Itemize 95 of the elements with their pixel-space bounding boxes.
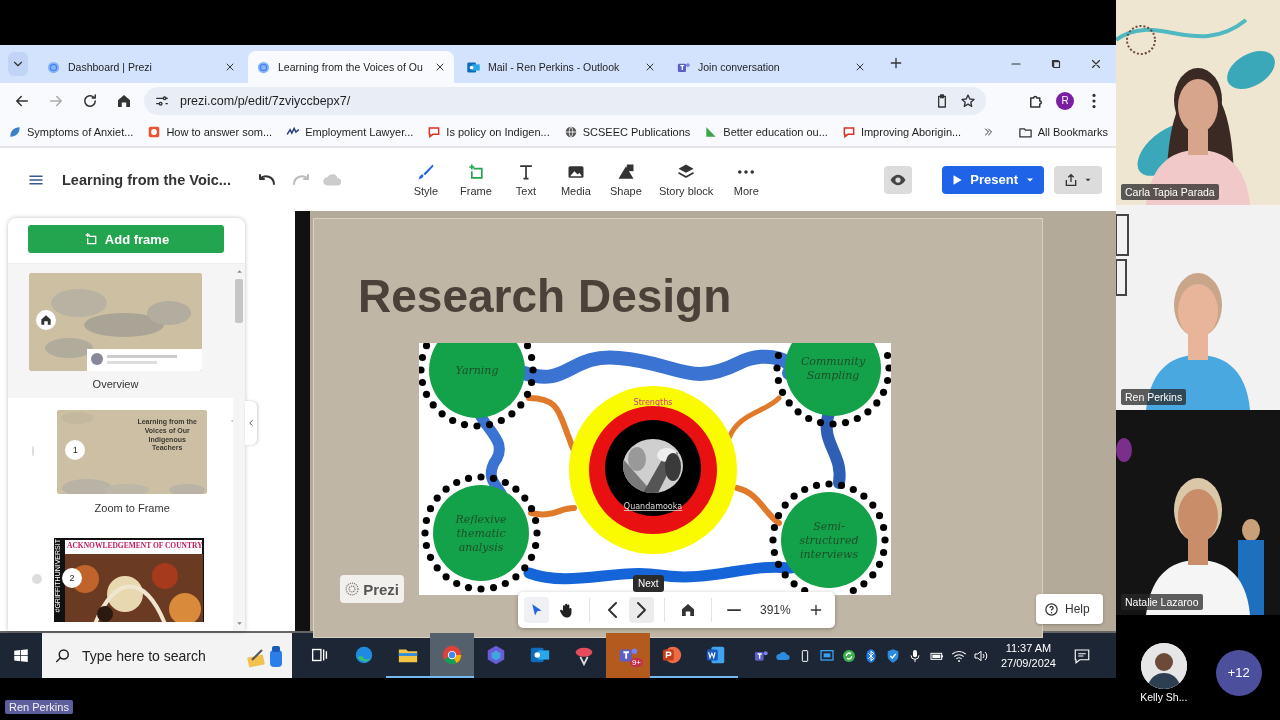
participant-name: Ren Perkins bbox=[1121, 389, 1187, 405]
display-icon bbox=[818, 647, 835, 664]
bookmark-link[interactable]: Employment Lawyer... bbox=[286, 125, 414, 139]
close-icon bbox=[434, 61, 446, 73]
close-icon bbox=[1089, 57, 1103, 71]
participant-name: Kelly Sh... bbox=[1140, 690, 1188, 703]
sync-icon bbox=[840, 647, 857, 664]
frame-number: 2 bbox=[62, 568, 82, 588]
speech-bubble-icon bbox=[427, 125, 442, 139]
clock-date: 27/09/2024 bbox=[1000, 655, 1056, 671]
reload-icon bbox=[81, 91, 99, 110]
kebab-menu-icon bbox=[1092, 92, 1096, 109]
profile-button[interactable]: R bbox=[1056, 91, 1074, 110]
search-field[interactable]: Type here to search bbox=[80, 646, 238, 665]
node-label: Community Sampling bbox=[800, 355, 866, 382]
diagram-label: Strengths bbox=[633, 398, 673, 407]
zoom-level: 391% bbox=[758, 603, 792, 617]
select-tool-button[interactable] bbox=[524, 597, 550, 623]
restore-icon bbox=[1049, 57, 1063, 71]
notification-icon bbox=[1073, 646, 1091, 665]
frame-label: Zoom to Frame bbox=[93, 502, 171, 514]
frame-label: Overview bbox=[91, 378, 140, 390]
share-icon bbox=[1063, 171, 1079, 188]
chevron-right-icon bbox=[637, 602, 647, 618]
leaf-icon bbox=[8, 125, 22, 139]
close-icon bbox=[854, 61, 866, 73]
bookmark-link[interactable]: Symptoms of Anxiet... bbox=[8, 125, 134, 139]
more-participants-button[interactable]: +12 bbox=[1215, 649, 1262, 696]
star-icon bbox=[960, 92, 976, 109]
scroll-down-icon bbox=[235, 620, 243, 627]
close-icon bbox=[644, 61, 656, 73]
toolbar-button[interactable]: Story block bbox=[652, 158, 720, 201]
search-icon bbox=[54, 646, 72, 665]
triangle-logo-icon bbox=[704, 125, 719, 139]
toolbar-button[interactable]: Style bbox=[402, 158, 449, 201]
bookmark-link[interactable]: Improving Aborigin... bbox=[841, 125, 962, 139]
scroll-up-icon bbox=[235, 268, 243, 275]
bookmark-link[interactable]: Better education ou... bbox=[704, 125, 828, 139]
chevron-left-icon bbox=[607, 602, 617, 618]
participant-name: Carla Tapia Parada bbox=[1121, 184, 1219, 200]
brush-icon bbox=[415, 162, 436, 182]
toolbar-button[interactable]: Media bbox=[552, 158, 599, 201]
globe-icon bbox=[46, 59, 61, 75]
help-button[interactable]: Help bbox=[1036, 594, 1103, 624]
speaker-name: Ren Perkins bbox=[5, 700, 73, 714]
square-logo-icon bbox=[147, 125, 162, 139]
prezi-badge[interactable]: Prezi bbox=[340, 575, 404, 603]
help-icon bbox=[1044, 601, 1059, 617]
notification-badge: 9+ bbox=[629, 658, 643, 667]
preview-button[interactable] bbox=[884, 165, 913, 194]
address-bar[interactable]: prezi.com/p/edit/7zviyccbepx7/ bbox=[144, 86, 986, 115]
undo-icon bbox=[258, 174, 275, 185]
close-icon bbox=[224, 61, 236, 73]
bookmark-link[interactable]: How to answer som... bbox=[147, 125, 273, 139]
bookmark-link[interactable]: SCSEEC Publications bbox=[563, 125, 691, 139]
chat-app-button[interactable]: 9+ bbox=[606, 633, 650, 678]
tooltip: Next bbox=[633, 575, 664, 592]
browser-tab[interactable]: Mail - Ren Perkins - Outlook bbox=[458, 51, 664, 83]
collapse-panel-handle[interactable] bbox=[245, 401, 257, 445]
clock-time: 11:37 AM bbox=[1005, 640, 1052, 656]
toolbar-button[interactable]: Shape bbox=[602, 158, 649, 201]
tab-search-button[interactable] bbox=[8, 52, 28, 76]
app-icon bbox=[485, 643, 507, 666]
node-label: Semi- structured interviews bbox=[799, 520, 859, 561]
windows-logo-icon bbox=[12, 646, 30, 665]
search-highlight-icon bbox=[246, 643, 284, 668]
node-label: Reflexive thematic analysis bbox=[455, 513, 507, 554]
browser-icon bbox=[441, 643, 463, 666]
participant-name: Natalie Lazaroo bbox=[1121, 594, 1203, 610]
scrollbar-thumb[interactable] bbox=[235, 279, 243, 323]
more-dots-icon bbox=[738, 170, 755, 174]
presentation-title: Learning from the Voic... bbox=[62, 171, 231, 188]
speech-bubble-icon bbox=[841, 125, 856, 139]
slide-title: Research Design bbox=[358, 269, 733, 323]
chevron-left-icon bbox=[246, 418, 256, 428]
globe-icon bbox=[256, 59, 271, 75]
home-icon bbox=[679, 601, 697, 619]
globe-icon bbox=[563, 125, 578, 139]
toolbar-button[interactable]: More bbox=[723, 158, 770, 201]
toolbar-button[interactable]: Text bbox=[502, 158, 549, 201]
next-button[interactable] bbox=[629, 597, 655, 623]
minus-icon bbox=[727, 609, 742, 611]
all-bookmarks-button[interactable]: All Bookmarks bbox=[1017, 124, 1108, 140]
search-box[interactable]: Type here to search bbox=[42, 633, 292, 678]
redo-icon bbox=[292, 174, 309, 185]
browser-tab[interactable]: Join conversation bbox=[668, 51, 874, 83]
browser-tab[interactable]: Learning from the Voices of Ou bbox=[248, 51, 454, 83]
home-icon bbox=[39, 313, 53, 327]
toolbar-button[interactable]: Frame bbox=[452, 158, 499, 201]
share-button[interactable] bbox=[1054, 165, 1102, 194]
browser-tab[interactable]: Dashboard | Prezi bbox=[38, 51, 244, 83]
diagram-label: Quandamooka bbox=[623, 502, 683, 511]
bookmark-link[interactable]: Is policy on Indigen... bbox=[427, 125, 550, 139]
node-label: Yarning bbox=[455, 364, 499, 377]
present-button[interactable]: Present bbox=[942, 165, 1044, 194]
